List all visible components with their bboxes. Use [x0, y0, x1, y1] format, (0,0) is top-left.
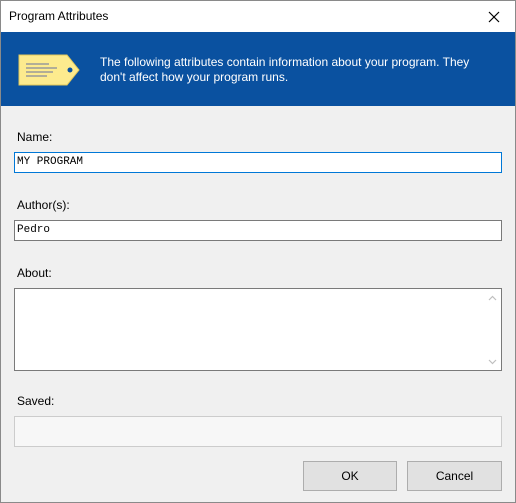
about-label: About:	[17, 266, 52, 280]
close-button[interactable]	[473, 1, 515, 32]
title-bar: Program Attributes	[1, 1, 515, 32]
window-title: Program Attributes	[9, 9, 109, 23]
about-scrollbar[interactable]	[484, 289, 501, 370]
scroll-up-button[interactable]	[484, 289, 501, 306]
banner-description: The following attributes contain informa…	[100, 55, 470, 84]
chevron-up-icon	[488, 295, 497, 300]
tag-icon	[18, 54, 80, 86]
scroll-down-button[interactable]	[484, 353, 501, 370]
chevron-down-icon	[488, 359, 497, 364]
name-label: Name:	[17, 130, 53, 144]
saved-field	[14, 416, 502, 447]
close-icon	[488, 11, 500, 22]
authors-label: Author(s):	[17, 198, 70, 212]
form-area: Name: MY PROGRAM Author(s): Pedro About:…	[1, 106, 515, 502]
name-input[interactable]: MY PROGRAM	[14, 152, 502, 173]
cancel-button[interactable]: Cancel	[407, 461, 502, 491]
info-banner: The following attributes contain informa…	[1, 32, 515, 106]
about-textarea[interactable]	[14, 288, 502, 371]
saved-label: Saved:	[17, 394, 55, 408]
program-attributes-dialog: Program Attributes The following attribu…	[0, 0, 516, 503]
ok-button[interactable]: OK	[303, 461, 397, 491]
authors-input[interactable]: Pedro	[14, 220, 502, 241]
